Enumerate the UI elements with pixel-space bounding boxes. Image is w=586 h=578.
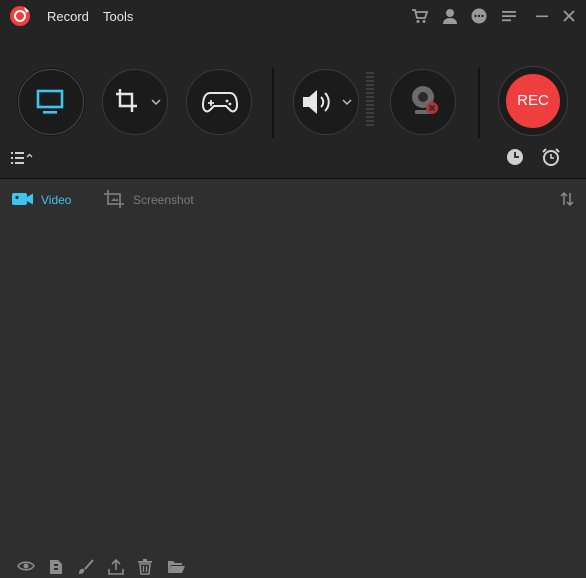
app-logo-icon <box>9 5 31 27</box>
webcam-off-icon <box>412 86 438 114</box>
export-upload-icon[interactable] <box>107 559 125 575</box>
menu-tools[interactable]: Tools <box>103 9 133 24</box>
title-bar: Record Tools <box>0 0 586 32</box>
monitor-icon <box>36 89 64 114</box>
speaker-icon <box>303 90 330 114</box>
system-audio-button[interactable] <box>293 69 359 135</box>
cart-icon[interactable] <box>411 7 429 25</box>
toolbar-divider <box>478 68 480 138</box>
game-record-button[interactable] <box>186 69 252 135</box>
tab-screenshot-label: Screenshot <box>133 193 194 207</box>
chevron-down-icon <box>151 99 161 106</box>
close-icon[interactable] <box>560 7 578 25</box>
rec-button[interactable]: REC <box>506 74 560 128</box>
menu-icon[interactable] <box>500 7 518 25</box>
file-actions-bar <box>0 556 586 578</box>
delete-trash-icon[interactable] <box>137 559 153 575</box>
screenshot-crop-icon <box>104 190 124 208</box>
video-camera-icon <box>12 193 33 205</box>
region-select-button[interactable] <box>102 69 168 135</box>
crop-icon <box>116 89 137 112</box>
schedule-clock-icon[interactable] <box>506 148 524 166</box>
preview-eye-icon[interactable] <box>17 559 35 573</box>
chat-icon[interactable] <box>470 7 488 25</box>
edit-brush-icon[interactable] <box>77 559 95 575</box>
minimize-icon[interactable] <box>533 7 551 25</box>
tab-video-label: Video <box>41 193 72 207</box>
record-screen-button[interactable] <box>18 69 84 135</box>
open-folder-icon[interactable] <box>167 559 185 574</box>
menu-record[interactable]: Record <box>47 9 89 24</box>
list-toggle-icon[interactable] <box>11 152 35 164</box>
toolbar-divider <box>272 68 274 138</box>
webcam-button[interactable] <box>390 69 456 135</box>
chevron-down-icon <box>342 99 352 106</box>
gamepad-icon <box>202 92 238 113</box>
sort-icon[interactable] <box>560 191 574 212</box>
file-info-icon[interactable] <box>48 559 64 575</box>
account-icon[interactable] <box>441 7 459 25</box>
audio-level-meter <box>366 72 374 130</box>
alarm-clock-icon[interactable] <box>541 147 561 167</box>
media-tabs: Video Screenshot <box>0 179 586 219</box>
